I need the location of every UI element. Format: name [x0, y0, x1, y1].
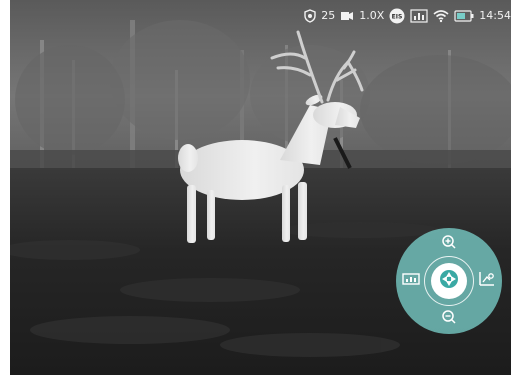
svg-text:EIS: EIS: [392, 14, 403, 21]
screen-frame: 25 1.0X EIS 14:54: [0, 0, 511, 378]
zoom-in-icon: [441, 234, 457, 254]
settings-chart-icon: [478, 270, 496, 292]
image-mode-icon: [402, 271, 420, 291]
settings-chart-button[interactable]: [476, 269, 498, 293]
zoom-out-icon: [441, 309, 457, 329]
shutter-aperture-icon: [439, 269, 459, 293]
zoom-level: 1.0X: [359, 9, 385, 22]
shutter-button[interactable]: [431, 263, 467, 299]
shield-icon: [304, 8, 316, 24]
eis-icon: EIS: [389, 8, 405, 24]
video-record-icon: [340, 8, 354, 24]
battery-icon: [454, 8, 474, 24]
clock: 14:54: [479, 9, 511, 22]
hdr-icon: [410, 8, 428, 24]
image-mode-button[interactable]: [400, 269, 422, 293]
wifi-icon: [433, 8, 449, 24]
control-wheel: [396, 228, 502, 334]
thermal-viewport[interactable]: 25 1.0X EIS 14:54: [10, 0, 511, 375]
zoom-out-button[interactable]: [437, 308, 461, 330]
shield-value: 25: [321, 9, 336, 22]
zoom-in-button[interactable]: [437, 233, 461, 255]
status-bar: 25 1.0X EIS 14:54: [304, 5, 511, 27]
